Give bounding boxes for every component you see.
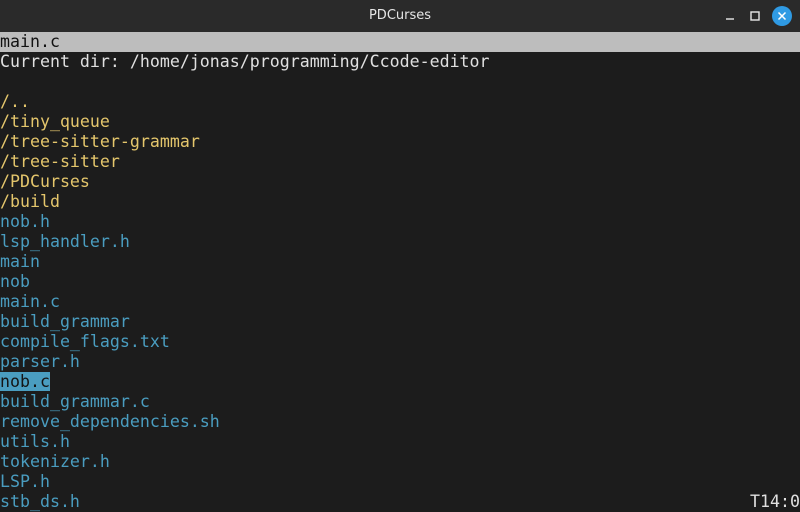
maximize-icon [750,11,760,21]
current-dir-label: Current dir: /home/jonas/programming/Cco… [0,52,490,71]
file-entry[interactable]: tokenizer.h [0,452,110,472]
entry-name: /.. [0,92,30,111]
directory-entry[interactable]: /.. [0,92,30,112]
header-bar [0,32,800,52]
title-bar[interactable]: PDCurses [0,0,800,32]
entry-name: build_grammar.c [0,392,150,411]
file-entry[interactable]: stb_ds.h [0,492,80,512]
entry-name: /tree-sitter [0,152,120,171]
terminal-area[interactable]: main.c Current dir: /home/jonas/programm… [0,32,800,512]
open-file-name: main.c [0,32,60,51]
entry-name: stb_ds.h [0,492,80,511]
file-entry[interactable]: LSP.h [0,472,50,492]
entry-name: LSP.h [0,472,50,491]
file-entry[interactable]: nob.h [0,212,50,232]
status-indicator: T14:0 [750,492,800,511]
minimize-button[interactable] [720,6,740,26]
file-entry[interactable]: main.c [0,292,60,312]
file-entry[interactable]: nob [0,272,30,292]
file-entry[interactable]: remove_dependencies.sh [0,412,220,432]
entry-name: nob [0,272,30,291]
file-entry[interactable]: parser.h [0,352,80,372]
entry-name: utils.h [0,432,70,451]
file-entry[interactable]: lsp_handler.h [0,232,130,252]
selected-entry-name: nob.c [0,372,50,391]
entry-name: /tree-sitter-grammar [0,132,200,151]
file-entry[interactable]: compile_flags.txt [0,332,170,352]
file-entry[interactable]: build_grammar [0,312,130,332]
file-entry[interactable]: utils.h [0,432,70,452]
pdcurses-window: PDCurses main.c Current dir: /home/jonas… [0,0,800,512]
entry-name: nob.h [0,212,50,231]
entry-name: /tiny_queue [0,112,110,131]
entry-name: tokenizer.h [0,452,110,471]
file-entry[interactable]: main [0,252,40,272]
maximize-button[interactable] [745,6,765,26]
directory-entry[interactable]: /tiny_queue [0,112,110,132]
file-entry[interactable]: nob.c [0,372,50,392]
entry-name: main [0,252,40,271]
entry-name: lsp_handler.h [0,232,130,251]
entry-name: remove_dependencies.sh [0,412,220,431]
directory-entry[interactable]: /tree-sitter [0,152,120,172]
entry-name: compile_flags.txt [0,332,170,351]
entry-name: /PDCurses [0,172,90,191]
entry-name: build_grammar [0,312,130,331]
close-icon [777,11,787,21]
directory-entry[interactable]: /build [0,192,60,212]
directory-entry[interactable]: /PDCurses [0,172,90,192]
entry-name: /build [0,192,60,211]
entry-name: main.c [0,292,60,311]
entry-name: parser.h [0,352,80,371]
minimize-icon [726,18,734,20]
close-button[interactable] [772,6,792,26]
window-title: PDCurses [368,8,432,23]
directory-entry[interactable]: /tree-sitter-grammar [0,132,200,152]
file-entry[interactable]: build_grammar.c [0,392,150,412]
